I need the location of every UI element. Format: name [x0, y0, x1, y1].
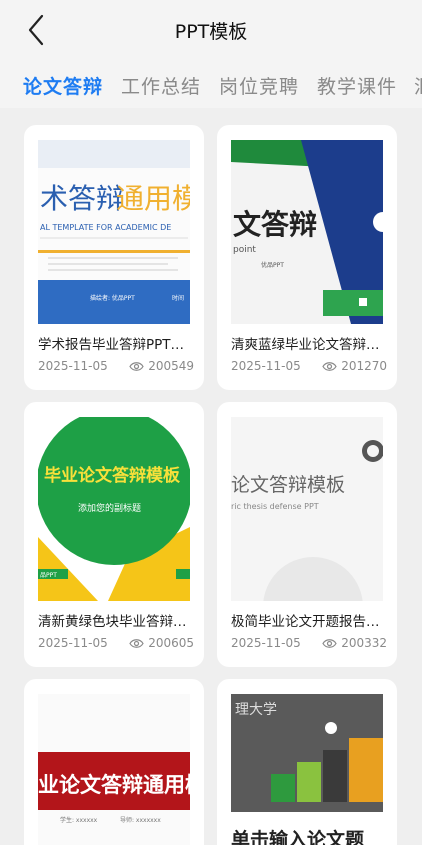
eye-icon	[322, 638, 337, 648]
view-count: 200549	[129, 359, 194, 373]
tab-work-summary[interactable]: 工作总结	[121, 72, 201, 99]
eye-icon	[129, 638, 144, 648]
thumb-sub-text: point	[233, 245, 256, 255]
tab-teaching-courseware[interactable]: 教学课件	[317, 72, 397, 99]
thumb-footer-b: 时间	[172, 294, 184, 302]
template-title: 学术报告毕业答辩PPT模板	[38, 337, 192, 353]
thumb-sub-text: 添加您的副标题	[78, 502, 141, 514]
view-count: 201270	[322, 359, 387, 373]
tab-thesis-defense[interactable]: 论文答辩	[23, 72, 103, 99]
template-grid: 术答辩 通用模 AL TEMPLATE FOR ACADEMIC DE 描绘者:…	[0, 108, 422, 845]
thumb-footer-text: 品PPT	[40, 572, 57, 579]
thumb-sub-a: 学生: xxxxxx	[60, 816, 98, 824]
template-title: 清爽蓝绿毕业论文答辩PPT模板	[231, 337, 385, 353]
thumb-logo-text: 理大学	[235, 702, 277, 718]
thumb-main-text: 论文答辩模板	[231, 474, 345, 496]
template-date: 2025-11-05	[231, 359, 301, 373]
view-count-value: 200549	[148, 359, 194, 373]
top-bar: PPT模板	[0, 0, 422, 60]
tab-more[interactable]: 汇	[414, 72, 422, 99]
thumb-sub2-text: 优品PPT	[261, 261, 284, 269]
view-count-value: 200605	[148, 636, 194, 650]
template-date: 2025-11-05	[38, 636, 108, 650]
thumb-sub-b: 导师: xxxxxxx	[120, 816, 161, 824]
thumb-main-text: 文答辩	[233, 208, 317, 241]
template-thumbnail: 理大学 单击输入论文题	[231, 694, 383, 845]
page-title: PPT模板	[174, 21, 248, 43]
template-card[interactable]: 文答辩 point 优品PPT 清爽蓝绿毕业论文答辩PPT模板 2025-11-…	[217, 125, 397, 390]
template-thumbnail: 术答辩 通用模 AL TEMPLATE FOR ACADEMIC DE 描绘者:…	[38, 140, 190, 324]
template-title: 极简毕业论文开题报告PPT模板	[231, 614, 385, 630]
view-count-value: 201270	[341, 359, 387, 373]
view-count: 200605	[129, 636, 194, 650]
thumb-main-text: 单击输入论文题	[231, 828, 364, 845]
template-card[interactable]: 论文答辩模板 ric thesis defense PPT 极简毕业论文开题报告…	[217, 402, 397, 667]
template-card[interactable]: 术答辩 通用模 AL TEMPLATE FOR ACADEMIC DE 描绘者:…	[24, 125, 204, 390]
view-count-value: 200332	[341, 636, 387, 650]
template-title: 清新黄绿色块毕业答辩PPT模板	[38, 614, 192, 630]
template-thumbnail: 论文答辩模板 ric thesis defense PPT	[231, 417, 383, 601]
eye-icon	[322, 361, 337, 371]
thumb-sub-text: ric thesis defense PPT	[231, 502, 319, 511]
eye-icon	[129, 361, 144, 371]
thumb-main-text: 术答辩	[40, 182, 124, 215]
thumb-footer-a: 描绘者: 优品PPT	[90, 294, 135, 302]
thumb-accent-text: 通用模	[116, 182, 190, 215]
view-count: 200332	[322, 636, 387, 650]
template-date: 2025-11-05	[38, 359, 108, 373]
template-card[interactable]: 理大学 单击输入论文题	[217, 679, 397, 845]
template-date: 2025-11-05	[231, 636, 301, 650]
thumb-main-text: 毕业论文答辩模板	[44, 465, 181, 486]
tab-job-competition[interactable]: 岗位竞聘	[219, 72, 299, 99]
category-tabs: 论文答辩 工作总结 岗位竞聘 教学课件 汇	[0, 60, 422, 108]
template-thumbnail: 业论文答辩通用模 学生: xxxxxx 导师: xxxxxxx	[38, 694, 190, 845]
template-thumbnail: 文答辩 point 优品PPT	[231, 140, 383, 324]
template-card[interactable]: 毕业论文答辩模板 添加您的副标题 品PPT 清新黄绿色块毕业答辩PPT模板 20…	[24, 402, 204, 667]
thumb-main-text: 业论文答辩通用模	[38, 773, 190, 797]
template-thumbnail: 毕业论文答辩模板 添加您的副标题 品PPT	[38, 417, 190, 601]
thumb-sub-text: AL TEMPLATE FOR ACADEMIC DE	[40, 223, 171, 232]
template-card[interactable]: 业论文答辩通用模 学生: xxxxxx 导师: xxxxxxx	[24, 679, 204, 845]
